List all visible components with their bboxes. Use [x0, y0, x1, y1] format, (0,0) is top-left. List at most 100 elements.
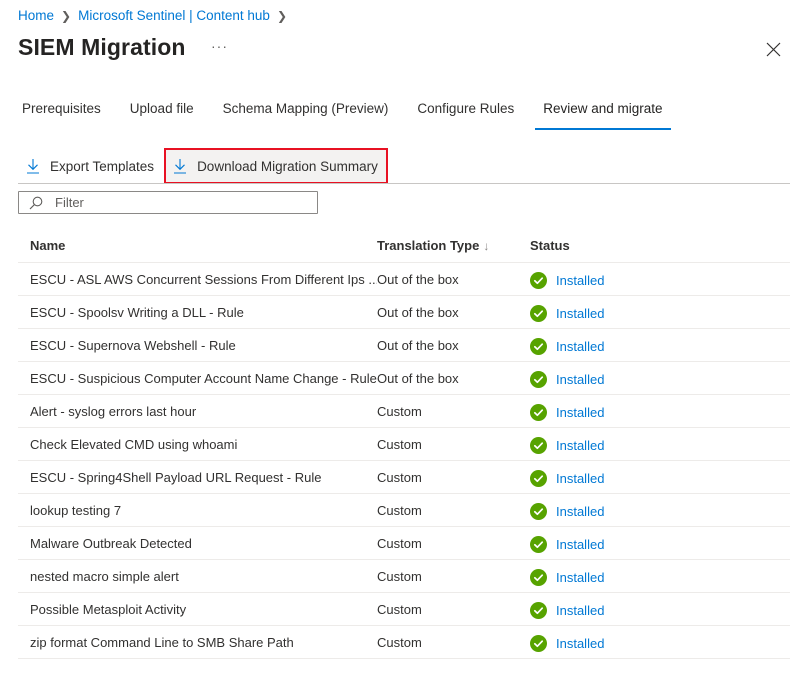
table-row[interactable]: Malware Outbreak Detected Custom Install…	[18, 527, 790, 560]
status-link[interactable]: Installed	[556, 306, 604, 321]
translation-type: Custom	[377, 436, 422, 452]
rule-name: Possible Metasploit Activity	[30, 601, 187, 617]
translation-type: Custom	[377, 403, 422, 419]
success-check-icon	[530, 535, 547, 553]
status-link[interactable]: Installed	[556, 273, 604, 288]
status-link[interactable]: Installed	[556, 636, 604, 651]
rule-name: zip format Command Line to SMB Share Pat…	[30, 634, 294, 650]
status-cell: Installed	[530, 270, 790, 289]
translation-type: Out of the box	[377, 370, 459, 386]
download-icon	[27, 159, 39, 174]
tab-review-and-migrate[interactable]: Review and migrate	[535, 98, 671, 130]
status-cell: Installed	[530, 435, 790, 454]
rules-table: Name Translation Type ↓ Status ESCU - ASL…	[18, 229, 790, 659]
status-link[interactable]: Installed	[556, 537, 604, 552]
status-cell: Installed	[530, 567, 790, 586]
status-cell: Installed	[530, 534, 790, 553]
table-row[interactable]: Possible Metasploit Activity Custom Inst…	[18, 593, 790, 626]
status-link[interactable]: Installed	[556, 438, 604, 453]
table-row[interactable]: ESCU - Supernova Webshell - Rule Out of …	[18, 329, 790, 362]
status-link[interactable]: Installed	[556, 372, 604, 387]
success-check-icon	[530, 271, 547, 289]
table-row[interactable]: ESCU - Spring4Shell Payload URL Request …	[18, 461, 790, 494]
table-row[interactable]: ESCU - Suspicious Computer Account Name …	[18, 362, 790, 395]
status-link[interactable]: Installed	[556, 405, 604, 420]
close-icon	[766, 42, 781, 57]
status-link[interactable]: Installed	[556, 471, 604, 486]
status-link[interactable]: Installed	[556, 339, 604, 354]
success-check-icon	[530, 568, 547, 586]
translation-type: Out of the box	[377, 271, 459, 287]
success-check-icon	[530, 469, 547, 487]
breadcrumb-content-hub[interactable]: Microsoft Sentinel | Content hub	[78, 8, 270, 23]
translation-type: Out of the box	[377, 304, 459, 320]
table-row[interactable]: nested macro simple alert Custom Install…	[18, 560, 790, 593]
sort-descending-icon: ↓	[483, 239, 490, 253]
status-cell: Installed	[530, 402, 790, 421]
table-row[interactable]: lookup testing 7 Custom Installed	[18, 494, 790, 527]
close-button[interactable]	[765, 41, 782, 58]
rule-name: Check Elevated CMD using whoami	[30, 436, 238, 452]
table-row[interactable]: Check Elevated CMD using whoami Custom I…	[18, 428, 790, 461]
status-link[interactable]: Installed	[556, 570, 604, 585]
translation-type: Custom	[377, 502, 422, 518]
filter-box[interactable]	[18, 191, 318, 214]
rule-name: ESCU - Spring4Shell Payload URL Request …	[30, 469, 322, 485]
success-check-icon	[530, 304, 547, 322]
toolbar: Export Templates Download Migration Summ…	[18, 148, 388, 184]
rule-name: ESCU - Supernova Webshell - Rule	[30, 337, 236, 353]
success-check-icon	[530, 436, 547, 454]
download-icon	[174, 159, 187, 174]
success-check-icon	[530, 634, 547, 652]
status-cell: Installed	[530, 600, 790, 619]
filter-input[interactable]	[55, 195, 295, 210]
success-check-icon	[530, 601, 547, 619]
table-row[interactable]: Alert - syslog errors last hour Custom I…	[18, 395, 790, 428]
success-check-icon	[530, 502, 547, 520]
search-icon	[29, 196, 43, 209]
success-check-icon	[530, 337, 547, 355]
download-migration-summary-button[interactable]: Download Migration Summary	[164, 148, 388, 184]
tab-bar: Prerequisites Upload file Schema Mapping…	[14, 98, 684, 130]
translation-type: Custom	[377, 568, 422, 584]
chevron-right-icon: ❯	[61, 8, 72, 23]
rule-name: Alert - syslog errors last hour	[30, 403, 197, 419]
translation-type: Custom	[377, 601, 422, 617]
status-cell: Installed	[530, 468, 790, 487]
column-header-status[interactable]: Status	[530, 238, 790, 253]
column-header-name[interactable]: Name	[18, 238, 377, 253]
page-title: SIEM Migration	[18, 34, 186, 60]
tab-configure-rules[interactable]: Configure Rules	[409, 98, 522, 128]
status-link[interactable]: Installed	[556, 603, 604, 618]
download-migration-summary-label: Download Migration Summary	[197, 158, 378, 174]
status-cell: Installed	[530, 633, 790, 652]
column-header-translation-type-label: Translation Type	[377, 238, 480, 253]
table-row[interactable]: ESCU - ASL AWS Concurrent Sessions From …	[18, 263, 790, 296]
success-check-icon	[530, 370, 547, 388]
translation-type: Custom	[377, 535, 422, 551]
export-templates-label: Export Templates	[50, 158, 155, 174]
tab-upload-file[interactable]: Upload file	[122, 98, 202, 128]
breadcrumb: Home ❯ Microsoft Sentinel | Content hub …	[18, 8, 294, 23]
success-check-icon	[530, 403, 547, 421]
table-row[interactable]: zip format Command Line to SMB Share Pat…	[18, 626, 790, 659]
column-header-translation-type[interactable]: Translation Type ↓	[377, 238, 530, 253]
table-header: Name Translation Type ↓ Status	[18, 229, 790, 263]
toolbar-divider	[18, 183, 790, 184]
rule-name: ESCU - ASL AWS Concurrent Sessions From …	[30, 271, 377, 287]
more-options-button[interactable]: ···	[211, 38, 228, 54]
tab-prerequisites[interactable]: Prerequisites	[14, 98, 109, 128]
rule-name: ESCU - Spoolsv Writing a DLL - Rule	[30, 304, 244, 320]
breadcrumb-home[interactable]: Home	[18, 8, 54, 23]
table-row[interactable]: ESCU - Spoolsv Writing a DLL - Rule Out …	[18, 296, 790, 329]
status-cell: Installed	[530, 369, 790, 388]
translation-type: Custom	[377, 469, 422, 485]
rule-name: Malware Outbreak Detected	[30, 535, 192, 551]
export-templates-button[interactable]: Export Templates	[18, 150, 162, 182]
tab-schema-mapping[interactable]: Schema Mapping (Preview)	[215, 98, 397, 128]
status-cell: Installed	[530, 303, 790, 322]
status-link[interactable]: Installed	[556, 504, 604, 519]
rule-name: ESCU - Suspicious Computer Account Name …	[30, 370, 377, 386]
table-body: ESCU - ASL AWS Concurrent Sessions From …	[18, 263, 790, 659]
translation-type: Out of the box	[377, 337, 459, 353]
